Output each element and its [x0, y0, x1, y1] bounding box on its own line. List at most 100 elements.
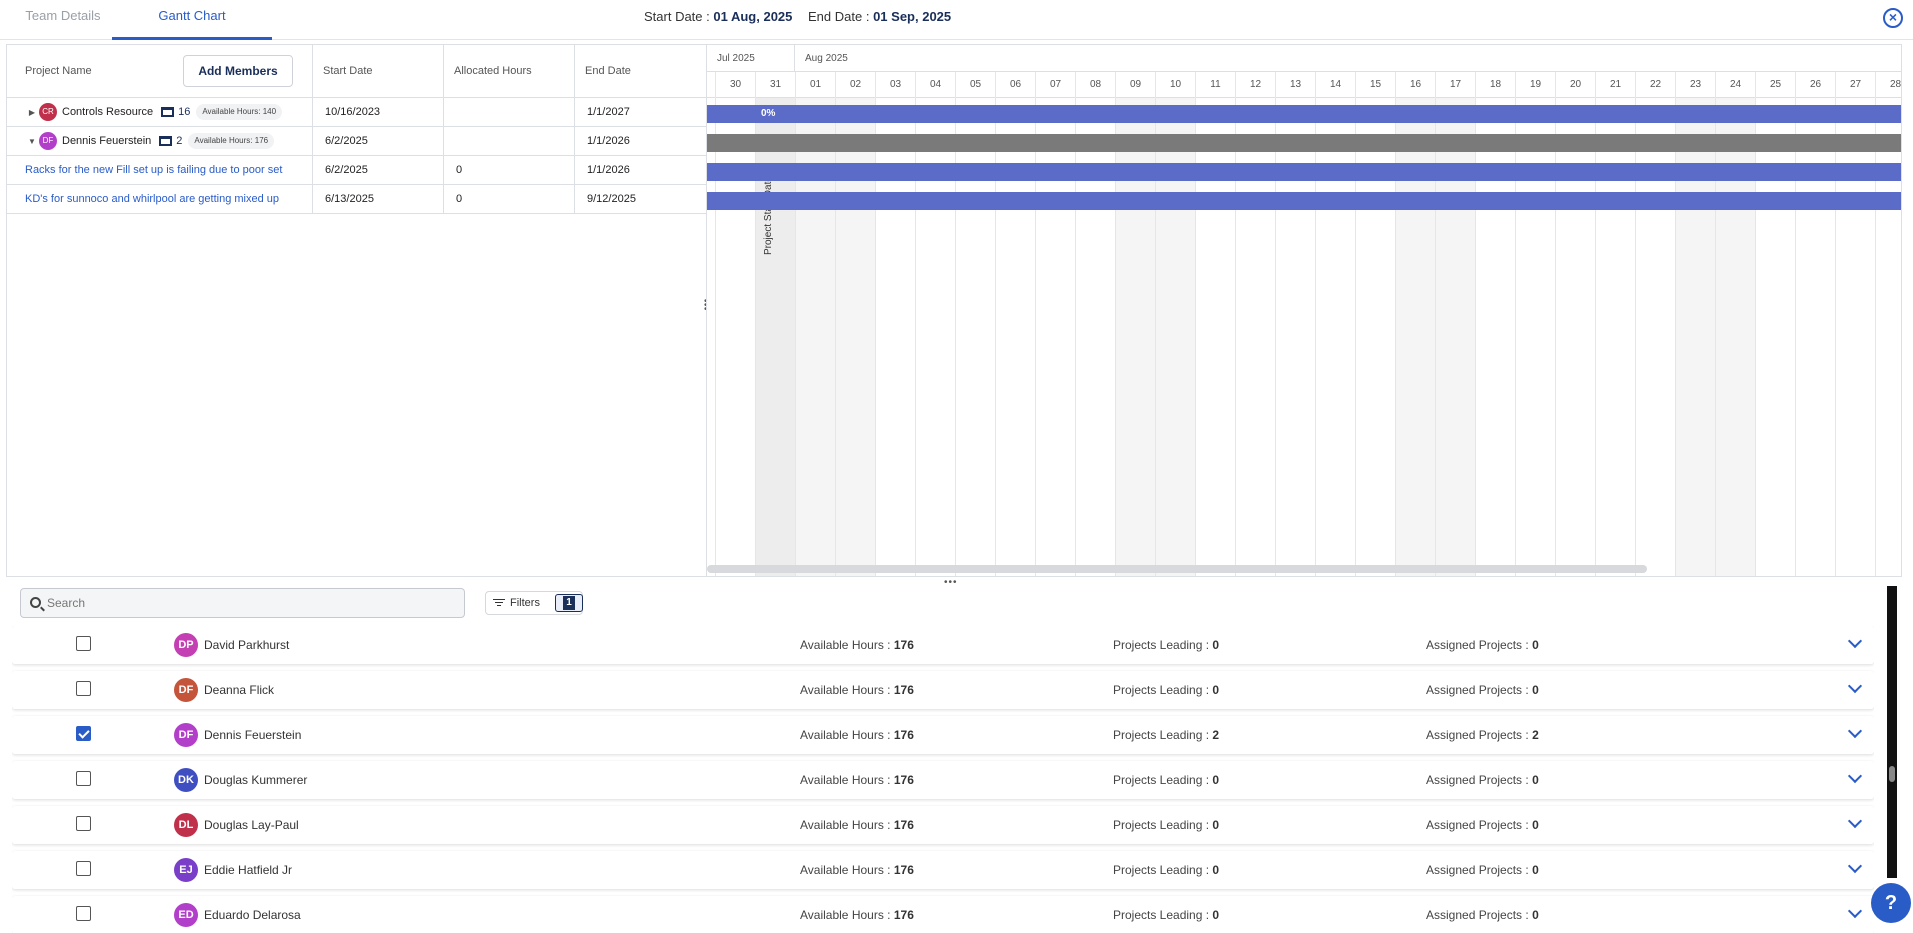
- grid-header: Project Name Add Members Start Date Allo…: [7, 45, 707, 98]
- member-row[interactable]: ED Eduardo Delarosa Available Hours : 176 P…: [12, 896, 1874, 933]
- cell-project-name: Racks for the new Fill set up is failing…: [7, 156, 313, 184]
- assigned-projects: Assigned Projects : 0: [1426, 773, 1539, 787]
- available-hours-badge: Available Hours: 140: [196, 104, 283, 121]
- gantt-bar[interactable]: [707, 163, 1901, 181]
- chevron-down-icon[interactable]: [1847, 678, 1863, 694]
- projects-leading: Projects Leading : 2: [1113, 728, 1220, 742]
- available-hours-badge: Available Hours: 176: [188, 133, 275, 150]
- cell-end-date: 1/1/2027: [587, 106, 630, 118]
- avatar: DP: [174, 633, 198, 657]
- day-label: 24: [1715, 72, 1755, 98]
- day-label: 26: [1795, 72, 1835, 98]
- available-hours: Available Hours : 176: [800, 863, 914, 877]
- chevron-down-icon[interactable]: [1847, 723, 1863, 739]
- chevron-down-icon[interactable]: [1847, 903, 1863, 919]
- date-range: Start Date : 01 Aug, 2025 End Date : 01 …: [644, 9, 963, 24]
- close-icon[interactable]: ×: [1883, 8, 1903, 28]
- assigned-projects: Assigned Projects : 0: [1426, 818, 1539, 832]
- day-label: 2: [707, 72, 715, 98]
- member-checkbox[interactable]: [76, 681, 91, 696]
- resource-name: Controls Resource: [62, 106, 154, 119]
- filters-label: Filters: [510, 597, 540, 609]
- member-row[interactable]: DL Douglas Lay-Paul Available Hours : 176 P…: [12, 806, 1874, 844]
- member-row[interactable]: EJ Eddie Hatfield Jr Available Hours : 176…: [12, 851, 1874, 889]
- start-date-value: 01 Aug, 2025: [713, 9, 793, 24]
- tab-team-details[interactable]: Team Details: [12, 0, 114, 40]
- projects-leading: Projects Leading : 0: [1113, 908, 1220, 922]
- member-name: Dennis Feuerstein: [204, 728, 302, 742]
- day-label: 09: [1115, 72, 1155, 98]
- vertical-scrollbar[interactable]: [1887, 586, 1897, 878]
- chevron-down-icon[interactable]: [1847, 858, 1863, 874]
- help-button[interactable]: ?: [1871, 883, 1911, 923]
- member-row[interactable]: DF Dennis Feuerstein Available Hours : 176…: [12, 716, 1874, 754]
- gantt-bar[interactable]: [707, 134, 1901, 152]
- filter-count-badge: 1: [555, 594, 583, 612]
- col-end-date: End Date: [585, 65, 631, 77]
- day-label: 04: [915, 72, 955, 98]
- projects-leading: Projects Leading : 0: [1113, 683, 1220, 697]
- task-row[interactable]: KD's for sunnoco and whirlpool are getti…: [7, 185, 707, 214]
- chevron-down-icon[interactable]: [1847, 813, 1863, 829]
- member-checkbox[interactable]: [76, 816, 91, 831]
- member-checkbox[interactable]: [76, 726, 91, 741]
- day-label: 23: [1675, 72, 1715, 98]
- projects-icon: [161, 107, 175, 118]
- filters-button[interactable]: Filters 1: [485, 591, 583, 615]
- vertical-scrollbar-thumb[interactable]: [1889, 766, 1895, 782]
- day-label: 06: [995, 72, 1035, 98]
- day-label: 08: [1075, 72, 1115, 98]
- day-label: 03: [875, 72, 915, 98]
- day-label: 31: [755, 72, 795, 98]
- task-row[interactable]: Racks for the new Fill set up is failing…: [7, 156, 707, 185]
- task-link[interactable]: Racks for the new Fill set up is failing…: [7, 164, 282, 176]
- gantt-bar[interactable]: [707, 192, 1901, 210]
- member-name: Deanna Flick: [204, 683, 275, 697]
- task-link[interactable]: KD's for sunnoco and whirlpool are getti…: [7, 193, 279, 205]
- member-row[interactable]: DK Douglas Kummerer Available Hours : 176 P…: [12, 761, 1874, 799]
- caret-right-icon[interactable]: ▶: [25, 99, 39, 126]
- search-input[interactable]: [47, 592, 447, 614]
- add-members-button[interactable]: Add Members: [183, 55, 293, 87]
- month-label-jul: Jul 2025: [707, 45, 795, 72]
- cell-allocated-hours: 0: [444, 185, 575, 213]
- cell-allocated-hours: [444, 127, 575, 155]
- member-checkbox[interactable]: [76, 771, 91, 786]
- member-checkbox[interactable]: [76, 906, 91, 921]
- assigned-projects: Assigned Projects : 0: [1426, 908, 1539, 922]
- avatar: EJ: [174, 858, 198, 882]
- day-label: 01: [795, 72, 835, 98]
- members-list: DP David Parkhurst Available Hours : 176 Pr…: [12, 626, 1874, 933]
- cell-start-date: 6/2/2025: [313, 156, 444, 184]
- member-checkbox[interactable]: [76, 861, 91, 876]
- chevron-down-icon[interactable]: [1847, 768, 1863, 784]
- horizontal-splitter[interactable]: •••: [944, 577, 958, 588]
- horizontal-scrollbar[interactable]: [707, 565, 1647, 573]
- day-label: 21: [1595, 72, 1635, 98]
- resource-row[interactable]: ▼ DF Dennis Feuerstein 2 Available Hours: 17…: [7, 127, 707, 156]
- caret-down-icon[interactable]: ▼: [25, 128, 39, 155]
- search-box[interactable]: [20, 588, 465, 618]
- resource-row[interactable]: ▶ CR Controls Resource 16 Available Hours: 1…: [7, 98, 707, 127]
- avatar: DF: [174, 723, 198, 747]
- day-label: 30: [715, 72, 755, 98]
- cell-end-date: 1/1/2026: [587, 135, 630, 147]
- member-name: David Parkhurst: [204, 638, 290, 652]
- cell-allocated-hours: [444, 98, 575, 126]
- day-label: 05: [955, 72, 995, 98]
- avatar: DF: [174, 678, 198, 702]
- day-label: 18: [1475, 72, 1515, 98]
- gantt-bar[interactable]: 0%: [707, 105, 1901, 123]
- member-row[interactable]: DF Deanna Flick Available Hours : 176 Proje…: [12, 671, 1874, 709]
- chevron-down-icon[interactable]: [1847, 633, 1863, 649]
- tab-gantt-chart[interactable]: Gantt Chart: [112, 0, 272, 40]
- avatar: ED: [174, 903, 198, 927]
- member-checkbox[interactable]: [76, 636, 91, 651]
- cell-project-name: ▶ CR Controls Resource 16 Available Hours: 1…: [7, 98, 313, 126]
- member-row[interactable]: DP David Parkhurst Available Hours : 176 Pr…: [12, 626, 1874, 664]
- cell-end-date: 1/1/2026: [587, 164, 630, 176]
- projects-icon: [159, 136, 173, 147]
- assigned-projects: Assigned Projects : 0: [1426, 683, 1539, 697]
- projects-leading: Projects Leading : 0: [1113, 818, 1220, 832]
- bar-progress-label: 0%: [761, 108, 776, 119]
